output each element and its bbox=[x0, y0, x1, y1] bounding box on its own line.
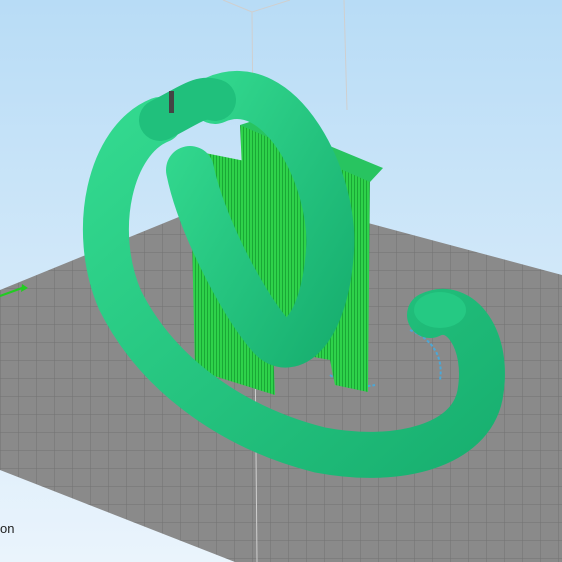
3d-viewport[interactable]: on bbox=[0, 0, 562, 562]
build-volume-edge bbox=[343, 0, 348, 111]
build-volume-edge bbox=[222, 0, 253, 13]
build-volume-edge bbox=[251, 0, 291, 13]
model-top-bridge bbox=[139, 77, 236, 141]
view-mode-label: on bbox=[0, 521, 15, 536]
scene[interactable] bbox=[0, 0, 562, 562]
model-tube-end bbox=[414, 292, 466, 328]
nozzle-icon bbox=[169, 91, 174, 113]
